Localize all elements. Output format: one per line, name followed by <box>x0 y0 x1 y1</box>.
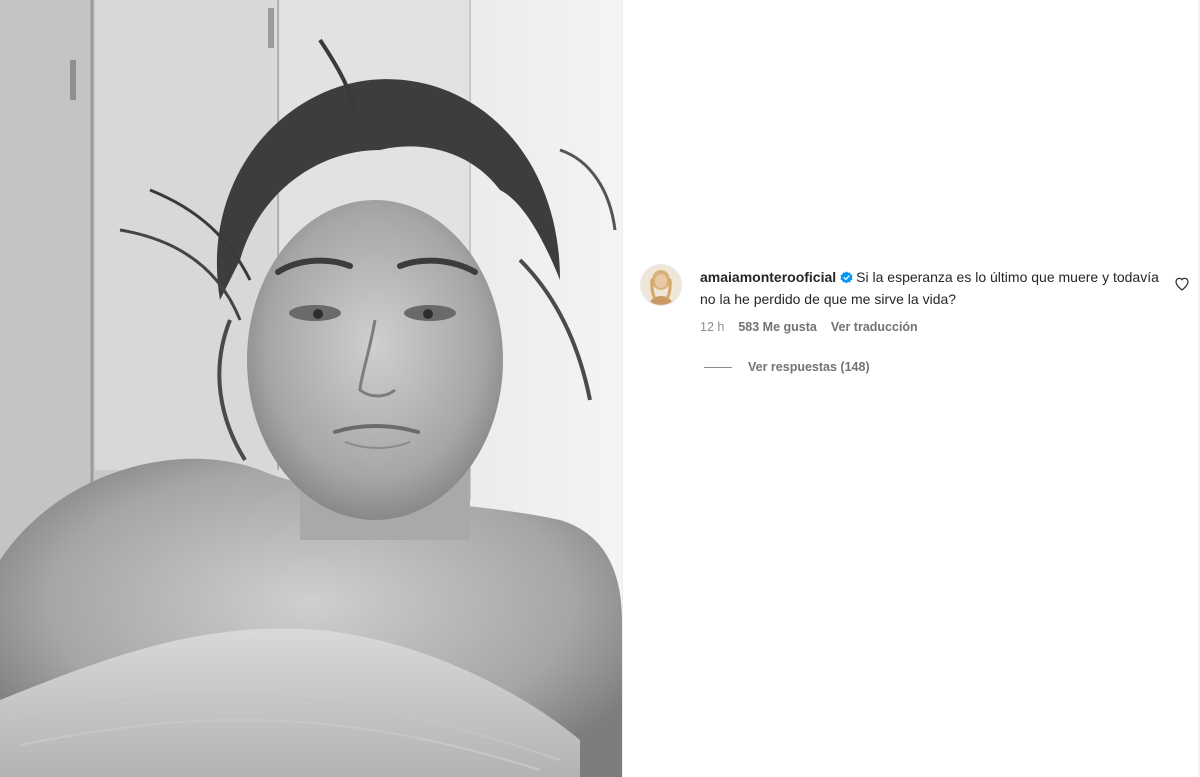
comment-username[interactable]: amaiamonterooficial <box>700 269 836 285</box>
comment-likes-count[interactable]: 583 Me gusta <box>738 320 817 334</box>
view-replies-label: Ver respuestas (148) <box>748 360 870 374</box>
comment-body: amaiamonterooficial Si la esperanza es lo… <box>700 266 1160 310</box>
see-translation-link[interactable]: Ver traducción <box>831 320 918 334</box>
heart-icon[interactable] <box>1174 276 1190 292</box>
replies-divider-line <box>704 366 732 368</box>
verified-badge-icon <box>840 271 853 284</box>
panel-divider <box>622 0 623 777</box>
avatar-image <box>641 265 681 305</box>
comment-meta: 12 h 583 Me gusta Ver traducción <box>700 320 918 334</box>
post-image <box>0 0 622 777</box>
comment-item: amaiamonterooficial Si la esperanza es lo… <box>640 264 1200 404</box>
view-replies-button[interactable]: Ver respuestas (148) <box>704 360 870 374</box>
comment-timestamp[interactable]: 12 h <box>700 320 724 334</box>
post-photo-illustration <box>0 0 622 777</box>
avatar[interactable] <box>640 264 682 306</box>
